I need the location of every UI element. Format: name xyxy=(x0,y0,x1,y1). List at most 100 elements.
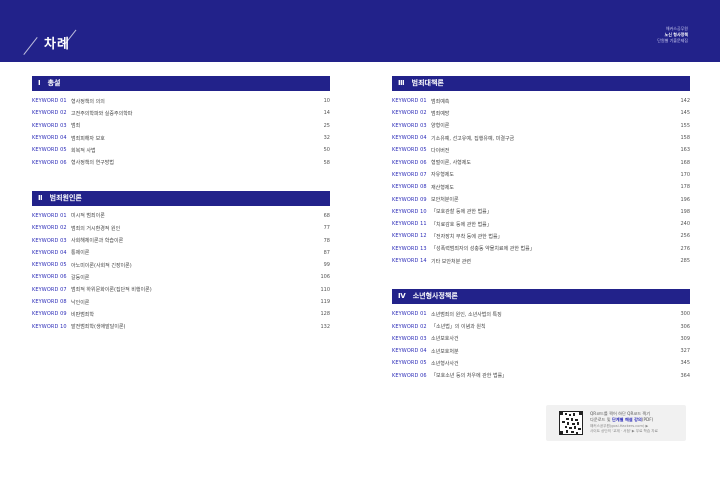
toc-entry[interactable]: KEYWORD 02 「소년법」의 이념과 원칙 306 xyxy=(392,320,690,332)
keyword-label: KEYWORD 04 xyxy=(392,135,427,142)
toc-entry[interactable]: KEYWORD 14 기타 보안처분 관련 285 xyxy=(392,255,690,267)
entry-title: 소년보호처분 xyxy=(431,348,459,355)
toc-entry[interactable]: KEYWORD 07 자유형제도 170 xyxy=(392,169,690,181)
qr-module xyxy=(567,422,569,425)
page-number: 132 xyxy=(320,323,330,330)
page-number: 178 xyxy=(680,184,690,191)
section-header: Ⅲ 범죄대책론 xyxy=(392,76,690,91)
toc-entry[interactable]: KEYWORD 12 「전자장치 부착 등에 관한 법률」 256 xyxy=(392,230,690,242)
page-number: 300 xyxy=(680,311,690,318)
entry-title: 「전자장치 부착 등에 관한 법률」 xyxy=(431,233,503,240)
toc-entry[interactable]: KEYWORD 10 발전범죄학(생애발달이론) 132 xyxy=(32,320,330,332)
entry-title: 형벌이론, 사형제도 xyxy=(431,160,471,167)
keyword-label: KEYWORD 01 xyxy=(392,311,427,318)
page-number: 142 xyxy=(680,98,690,105)
keyword-label: KEYWORD 13 xyxy=(392,245,427,252)
page-number: 168 xyxy=(680,159,690,166)
page-number: 106 xyxy=(320,274,330,281)
section-number: Ⅳ xyxy=(398,292,406,301)
toc-entry[interactable]: KEYWORD 08 낙인이론 119 xyxy=(32,296,330,308)
entry-title: 형사정책의 의의 xyxy=(71,98,105,105)
keyword-label: KEYWORD 06 xyxy=(32,274,67,281)
entry-title: 「성폭력범죄자의 성충동 약물치료에 관한 법률」 xyxy=(431,246,535,253)
qr-module xyxy=(566,430,568,433)
toc-entry[interactable]: KEYWORD 09 보안처분이론 196 xyxy=(392,193,690,205)
page-number: 50 xyxy=(323,147,330,154)
toc-entry[interactable]: KEYWORD 06 형벌이론, 사형제도 168 xyxy=(392,156,690,168)
toc-entry[interactable]: KEYWORD 09 비판범죄학 128 xyxy=(32,308,330,320)
toc-entry[interactable]: KEYWORD 02 범죄예방 145 xyxy=(392,107,690,119)
keyword-label: KEYWORD 06 xyxy=(32,159,67,166)
section-header: Ⅱ 범죄원인론 xyxy=(32,190,330,206)
entry-title: 범죄피해자 보호 xyxy=(71,135,105,142)
page-number: 309 xyxy=(680,335,690,342)
page-number: 285 xyxy=(680,258,690,264)
toc-entry[interactable]: KEYWORD 11 「치료감호 등에 관한 법률」 240 xyxy=(392,218,690,230)
toc-entry[interactable]: KEYWORD 08 재산형제도 178 xyxy=(392,181,690,193)
toc-entry[interactable]: KEYWORD 05 아노미이론(사회적 긴장이론) 99 xyxy=(32,259,330,271)
toc-entry[interactable]: KEYWORD 06 형사정책의 연구방법 58 xyxy=(32,156,330,168)
toc-entry[interactable]: KEYWORD 04 소년보호처분 327 xyxy=(392,345,690,357)
entry-title: 「보호관찰 등에 관한 법률」 xyxy=(431,209,492,216)
qr-module xyxy=(566,418,569,420)
keyword-label: KEYWORD 07 xyxy=(392,171,427,178)
keyword-label: KEYWORD 14 xyxy=(392,258,427,264)
qr-code-icon[interactable] xyxy=(559,411,583,435)
promo-highlight: 단계별 해설 강의 xyxy=(611,417,642,422)
toc-entry[interactable]: KEYWORD 05 다이버전 163 xyxy=(392,144,690,156)
toc-entry[interactable]: KEYWORD 03 사회해체이론과 학습이론 78 xyxy=(32,234,330,246)
toc-entry[interactable]: KEYWORD 01 소년범죄의 원인, 소년사법의 특징 300 xyxy=(392,308,690,320)
toc-entry[interactable]: KEYWORD 06 「보호소년 등의 처우에 관한 법률」 364 xyxy=(392,370,690,382)
toc-entry[interactable]: KEYWORD 13 「성폭력범죄자의 성충동 약물치료에 관한 법률」 276 xyxy=(392,243,690,255)
qr-module xyxy=(565,413,567,415)
entry-title: 범죄 xyxy=(71,123,81,130)
promo-line-2-pre: 다운로드 및 xyxy=(590,417,612,422)
toc-list: KEYWORD 01 미시적 범죄이론 68 KEYWORD 02 범죄의 거시환경적 … xyxy=(32,206,330,333)
toc-entry[interactable]: KEYWORD 01 형사정책의 의의 10 xyxy=(32,95,330,107)
book-info: 해커스공무원 노신 형사정책 단원별 기출문제집 xyxy=(657,26,688,44)
toc-entry[interactable]: KEYWORD 04 통제이론 87 xyxy=(32,247,330,259)
toc-entry[interactable]: KEYWORD 04 기소유예, 선고유예, 집행유예, 미결구금 158 xyxy=(392,132,690,144)
toc-entry[interactable]: KEYWORD 10 「보호관찰 등에 관한 법률」 198 xyxy=(392,206,690,218)
toc-entry[interactable]: KEYWORD 03 범죄 25 xyxy=(32,120,330,132)
toc-entry[interactable]: KEYWORD 02 고전주의학파와 실증주의학파 14 xyxy=(32,107,330,119)
toc-entry[interactable]: KEYWORD 03 양형이론 155 xyxy=(392,120,690,132)
section-number: Ⅲ xyxy=(398,79,405,87)
page-number: 87 xyxy=(323,249,330,256)
toc-entry[interactable]: KEYWORD 07 범죄적 하위문화이론(집단적 비행이론) 110 xyxy=(32,284,330,296)
entry-title: 갈등이론 xyxy=(71,274,90,281)
keyword-label: KEYWORD 10 xyxy=(32,323,67,330)
toc-entry[interactable]: KEYWORD 06 갈등이론 106 xyxy=(32,271,330,283)
toc-entry[interactable]: KEYWORD 05 회복적 사법 50 xyxy=(32,144,330,156)
toc-entry[interactable]: KEYWORD 03 소년보호사건 309 xyxy=(392,333,690,345)
qr-module xyxy=(573,413,575,416)
page-number: 128 xyxy=(320,311,330,318)
entry-title: 기소유예, 선고유예, 집행유예, 미결구금 xyxy=(431,135,515,142)
toc-entry[interactable]: KEYWORD 04 범죄피해자 보호 32 xyxy=(32,132,330,144)
page-number: 119 xyxy=(320,299,330,305)
qr-module xyxy=(560,412,563,415)
page-number: 163 xyxy=(680,147,690,154)
qr-module xyxy=(574,426,576,429)
entry-title: 고전주의학파와 실증주의학파 xyxy=(71,110,133,117)
keyword-label: KEYWORD 02 xyxy=(392,323,427,330)
keyword-label: KEYWORD 03 xyxy=(392,335,427,342)
header-banner: 차례 해커스공무원 노신 형사정책 단원별 기출문제집 xyxy=(0,0,720,62)
toc-entry[interactable]: KEYWORD 01 범죄예측 142 xyxy=(392,95,690,107)
book-subtitle: 단원별 기출문제집 xyxy=(657,38,688,43)
keyword-label: KEYWORD 08 xyxy=(392,184,427,191)
promo-line-4: 사이트 상단의 '교재 · 서점' ▶ 무료 학습 자료 xyxy=(590,429,658,433)
section-number: Ⅰ xyxy=(38,79,41,87)
toc-entry[interactable]: KEYWORD 02 범죄의 거시환경적 원인 77 xyxy=(32,222,330,234)
toc-entry[interactable]: KEYWORD 01 미시적 범죄이론 68 xyxy=(32,210,330,222)
page-number: 145 xyxy=(680,110,690,117)
page-number: 99 xyxy=(323,262,330,269)
toc-entry[interactable]: KEYWORD 05 소년형사사건 345 xyxy=(392,357,690,369)
entry-title: 양형이론 xyxy=(431,123,450,130)
keyword-label: KEYWORD 03 xyxy=(392,122,427,129)
promo-line-2-post: (PDF) xyxy=(641,417,654,422)
page-number: 58 xyxy=(323,159,330,166)
entry-title: 「치료감호 등에 관한 법률」 xyxy=(431,221,492,228)
qr-module xyxy=(569,414,571,416)
page-number: 306 xyxy=(680,323,690,330)
